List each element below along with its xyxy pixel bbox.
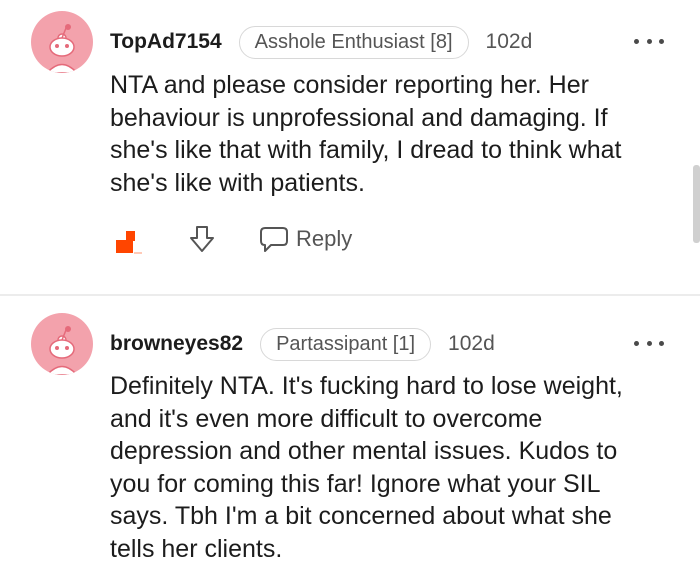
comment-age: 102d	[448, 332, 495, 355]
snoo-avatar-icon	[45, 24, 79, 73]
more-options-icon[interactable]	[634, 36, 664, 46]
comment-actions: Reply	[110, 218, 410, 258]
user-flair: Partassipant [1]	[260, 327, 432, 361]
user-avatar[interactable]	[31, 313, 93, 375]
more-options-icon[interactable]	[634, 338, 664, 348]
scrollbar[interactable]	[693, 165, 700, 243]
reply-button[interactable]: Reply	[258, 224, 352, 254]
comment-line: Definitely NTA. It's fucking hard to los…	[110, 372, 623, 400]
reply-label: Reply	[296, 226, 353, 251]
comment-age: 102d	[485, 30, 533, 53]
comment-line: NTA and please consider reporting her. H…	[110, 71, 589, 99]
comment-bubble-icon	[260, 227, 288, 252]
snoo-avatar-icon	[45, 326, 79, 375]
user-flair: Asshole Enthusiast [8]	[238, 25, 469, 59]
comment-body: NTA and please consider reporting her. H…	[110, 69, 685, 199]
comment-meta: TopAd7154 Asshole Enthusiast [8] 102d	[110, 24, 532, 60]
username[interactable]: browneyes82	[110, 332, 243, 356]
comment-line: tells her clients.	[110, 534, 283, 563]
comment-line: depression and other mental issues. Kudo…	[110, 437, 618, 465]
comment-line: behaviour is unprofessional and damaging…	[110, 103, 608, 132]
upvote-icon[interactable]	[116, 229, 142, 257]
username[interactable]: TopAd7154	[110, 30, 222, 54]
comment-line: she's like with patients.	[110, 168, 365, 197]
comment-line: you for coming this far! Ignore what you…	[110, 469, 601, 498]
user-avatar[interactable]	[31, 11, 93, 73]
comment: TopAd7154 Asshole Enthusiast [8] 102d NT…	[0, 0, 700, 294]
comment-body: Definitely NTA. It's fucking hard to los…	[110, 370, 685, 565]
comment-line: she's like that with family, I dread to …	[110, 136, 622, 164]
comment: browneyes82 Partassipant [1] 102d Defini…	[0, 296, 700, 584]
downvote-icon[interactable]	[188, 224, 216, 254]
comment-line: and it's even more difficult to overcome	[110, 404, 543, 433]
comment-line: says. Tbh I'm a bit concerned about what…	[110, 502, 612, 530]
comment-meta: browneyes82 Partassipant [1] 102d	[110, 326, 495, 362]
